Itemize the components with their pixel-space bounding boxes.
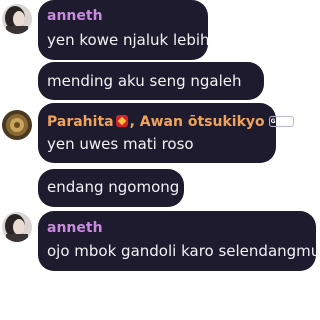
avatar-anneth[interactable] (2, 212, 32, 242)
chat-message: Parahita , Awan ōtsukikyo GAWU yen uwes ma… (38, 103, 295, 163)
author-name-part1: Parahita (47, 114, 114, 130)
chat-message: anneth yen kowe njaluk lebih (38, 0, 210, 60)
chat-message: endang ngomong (38, 169, 184, 207)
author-badge: GAWU (268, 116, 295, 127)
message-text: endang ngomong (47, 178, 180, 196)
author-name[interactable]: anneth (47, 7, 103, 25)
chat-transcript: anneth yen kowe njaluk lebih mending aku… (0, 0, 320, 320)
message-text: yen uwes mati roso (47, 135, 194, 153)
anneth-avatar-image (2, 212, 32, 242)
avatar-parahita[interactable] (2, 110, 32, 140)
author-name-part2: , Awan ōtsukikyo (129, 114, 265, 130)
author-name[interactable]: anneth (47, 219, 103, 237)
author-name[interactable]: Parahita , Awan ōtsukikyo GAWU (47, 113, 295, 131)
avatar-anneth[interactable] (2, 4, 32, 34)
anneth-avatar-image (2, 4, 32, 34)
red-flag-icon (115, 115, 128, 127)
message-text: yen kowe njaluk lebih (47, 31, 210, 49)
chat-message: mending aku seng ngaleh (38, 62, 264, 100)
message-text: mending aku seng ngaleh (47, 72, 242, 90)
chat-message: anneth ojo mbok gandoli karo selendangmu (38, 211, 320, 271)
message-text: ojo mbok gandoli karo selendangmu (47, 242, 320, 260)
parahita-avatar-image (2, 110, 32, 140)
